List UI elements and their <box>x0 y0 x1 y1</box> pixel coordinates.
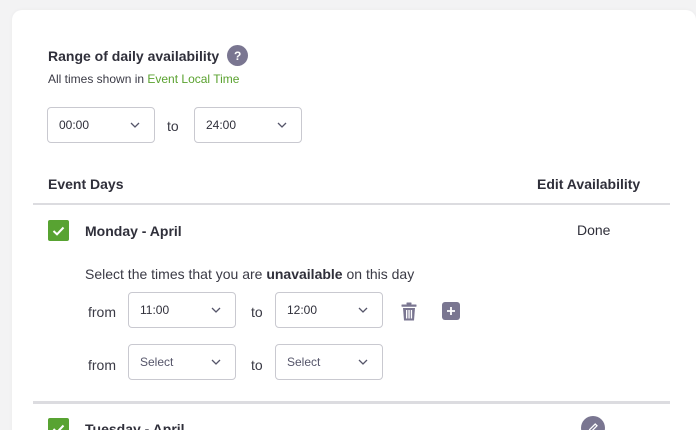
event-local-time-link[interactable]: Event Local Time <box>147 72 239 86</box>
from-time-value: Select <box>140 355 174 369</box>
instruction-bold: unavailable <box>266 266 343 282</box>
from-time-value: 11:00 <box>140 303 170 317</box>
range-to-label: to <box>167 118 179 134</box>
range-subtitle-text: All times shown in <box>48 72 148 86</box>
range-title: Range of daily availability <box>48 47 220 64</box>
chevron-down-icon <box>356 303 370 317</box>
to-time-value: Select <box>287 355 321 369</box>
tuesday-label: Tuesday - April <box>85 421 185 430</box>
to-label: to <box>251 304 263 320</box>
check-icon <box>52 226 65 236</box>
monday-label: Monday - April <box>85 223 182 239</box>
instruction-prefix: Select the times that you are <box>85 266 267 282</box>
chevron-down-icon <box>356 355 370 369</box>
help-icon[interactable]: ? <box>227 45 249 66</box>
pencil-icon <box>588 423 598 430</box>
to-time-select[interactable]: 12:00 <box>275 292 383 328</box>
from-label: from <box>88 357 116 373</box>
range-end-value: 24:00 <box>206 118 237 132</box>
from-label: from <box>88 304 116 320</box>
to-label: to <box>251 357 263 373</box>
to-time-select[interactable]: Select <box>275 344 383 380</box>
range-title-row: Range of daily availability ? <box>48 45 249 66</box>
range-subtitle: All times shown in Event Local Time <box>48 72 239 86</box>
header-divider <box>33 203 670 205</box>
tuesday-checkbox[interactable] <box>48 418 69 430</box>
unavailable-instruction: Select the times that you are unavailabl… <box>85 266 414 282</box>
add-time-button[interactable] <box>442 302 460 320</box>
trash-icon[interactable] <box>399 300 419 322</box>
check-icon <box>52 424 65 430</box>
from-time-select[interactable]: Select <box>128 344 236 380</box>
range-start-value: 00:00 <box>59 118 90 132</box>
range-end-select[interactable]: 24:00 <box>194 107 302 143</box>
monday-checkbox[interactable] <box>48 220 69 241</box>
done-button[interactable]: Done <box>577 222 610 238</box>
from-time-select[interactable]: 11:00 <box>128 292 236 328</box>
instruction-suffix: on this day <box>342 266 415 282</box>
edit-availability-header: Edit Availability <box>537 176 641 192</box>
to-time-value: 12:00 <box>287 303 318 317</box>
day-divider <box>33 401 670 404</box>
chevron-down-icon <box>128 118 142 132</box>
chevron-down-icon <box>275 118 289 132</box>
chevron-down-icon <box>209 303 223 317</box>
range-start-select[interactable]: 00:00 <box>47 107 155 143</box>
chevron-down-icon <box>209 355 223 369</box>
plus-icon <box>447 307 455 315</box>
event-days-header: Event Days <box>48 176 124 192</box>
